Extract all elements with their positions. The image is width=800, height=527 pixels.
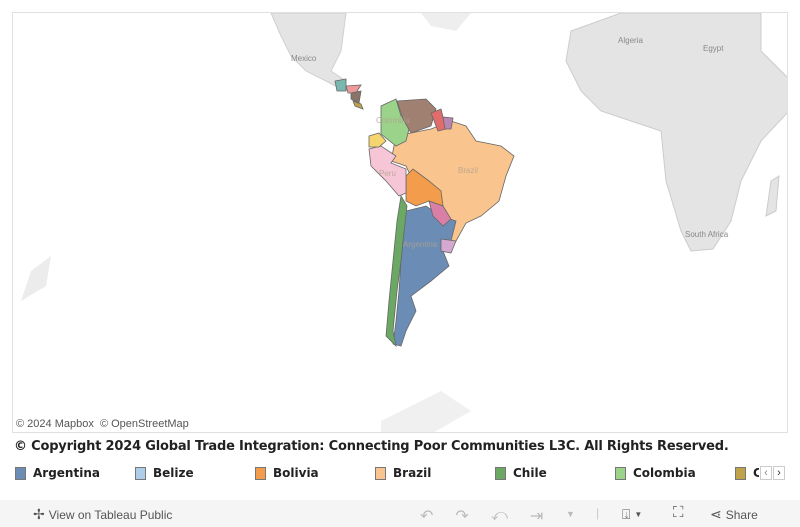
label-south-africa: South Africa xyxy=(685,230,729,239)
copyright-text: © Copyright 2024 Global Trade Integratio… xyxy=(14,439,729,454)
toolbar-divider: | xyxy=(596,506,600,520)
label-colombia: Colombia xyxy=(376,116,410,125)
label-peru: Peru xyxy=(379,169,396,178)
legend-item[interactable]: Bolivia xyxy=(255,466,319,480)
legend-item[interactable]: Colombia xyxy=(615,466,696,480)
landmass-north-america xyxy=(270,13,347,90)
legend-label: Colombia xyxy=(633,466,696,480)
country-nicaragua[interactable] xyxy=(350,90,362,104)
download-icon: ⍗ xyxy=(622,506,631,522)
refresh-dropdown-icon[interactable]: ▼ xyxy=(566,509,575,519)
refresh-icon[interactable]: ⇥ xyxy=(530,506,543,526)
share-icon: ⋖ xyxy=(710,506,722,522)
country-suriname[interactable] xyxy=(442,116,454,130)
landmass-africa xyxy=(565,13,787,252)
color-legend: Argentina Belize Bolivia Brazil Chile Colombi… xyxy=(15,466,759,482)
legend-item[interactable]: Chile xyxy=(495,466,547,480)
tableau-toolbar: ✢ View on Tableau Public ↶ ↷ ⤺ ⇥ ▼ | ⍗ ▼… xyxy=(0,500,800,527)
legend-item[interactable]: Belize xyxy=(135,466,194,480)
legend-item[interactable]: Brazil xyxy=(375,466,431,480)
legend-swatch xyxy=(375,466,386,480)
legend-prev-button[interactable]: ‹ xyxy=(760,466,772,480)
chevron-down-icon: ▼ xyxy=(634,510,643,519)
view-on-tableau-label: View on Tableau Public xyxy=(48,507,173,522)
country-uruguay[interactable] xyxy=(440,238,457,254)
mapbox-link[interactable]: © 2024 Mapbox xyxy=(16,418,94,430)
landmass-madagascar xyxy=(765,175,780,217)
legend-item[interactable]: C xyxy=(735,466,759,480)
legend-label: Argentina xyxy=(33,466,100,480)
legend-swatch xyxy=(735,466,746,480)
label-brazil: Brazil xyxy=(458,166,478,175)
legend-swatch xyxy=(495,466,506,480)
landmass-greenland xyxy=(421,13,471,31)
legend-item[interactable]: Argentina xyxy=(15,466,100,480)
fullscreen-icon[interactable]: ⛶ xyxy=(673,504,684,521)
label-mexico: Mexico xyxy=(291,54,317,63)
view-on-tableau-button[interactable]: ✢ View on Tableau Public xyxy=(33,506,172,523)
label-egypt: Egypt xyxy=(703,44,724,53)
country-guatemala[interactable] xyxy=(334,78,347,92)
revert-icon[interactable]: ⤺ xyxy=(491,507,508,525)
legend-swatch xyxy=(15,466,26,480)
share-label: Share xyxy=(725,507,758,522)
undo-icon[interactable]: ↶ xyxy=(420,506,433,526)
redo-icon[interactable]: ↷ xyxy=(455,506,468,526)
tableau-logo-icon: ✢ xyxy=(33,506,45,522)
legend-swatch xyxy=(615,466,626,480)
legend-label: Brazil xyxy=(393,466,432,480)
map-view[interactable]: Mexico Algeria Egypt South Africa Colomb… xyxy=(12,12,788,433)
landmass-nz xyxy=(21,256,51,301)
legend-label: Belize xyxy=(153,466,194,480)
legend-label: Bolivia xyxy=(273,466,319,480)
label-argentina: Argentina xyxy=(403,240,438,249)
landmass-antarctic-islands xyxy=(381,391,471,432)
legend-next-button[interactable]: › xyxy=(773,466,785,480)
share-button[interactable]: ⋖ Share xyxy=(710,506,758,523)
legend-swatch xyxy=(135,466,146,480)
download-button[interactable]: ⍗ ▼ xyxy=(622,506,642,523)
legend-swatch xyxy=(255,466,266,480)
osm-link[interactable]: © OpenStreetMap xyxy=(100,418,189,430)
legend-label: C xyxy=(753,466,759,480)
map-attribution: © 2024 Mapbox © OpenStreetMap xyxy=(16,418,189,430)
legend-label: Chile xyxy=(513,466,547,480)
label-algeria: Algeria xyxy=(618,36,643,45)
